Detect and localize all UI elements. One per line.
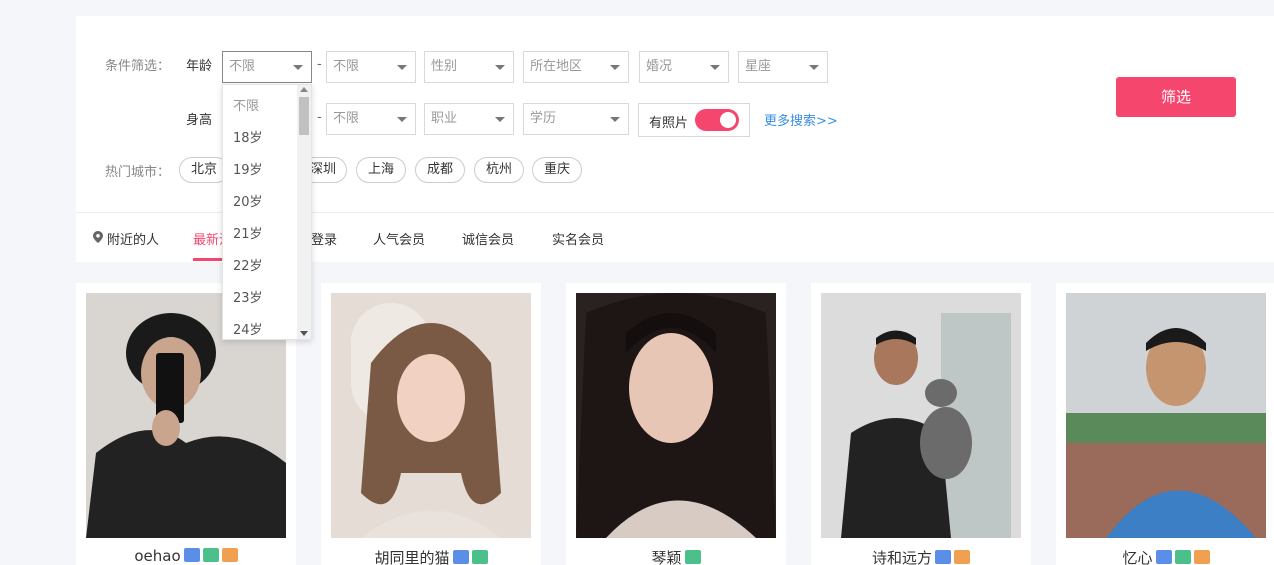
region-value: 所在地区 [530, 59, 583, 74]
id-card-icon [183, 547, 200, 562]
chevron-down-icon [397, 65, 407, 70]
member-photo[interactable] [576, 293, 776, 538]
member-name-row: oehao [76, 547, 296, 565]
gender-value: 性别 [431, 59, 458, 74]
member-photo[interactable] [1066, 293, 1266, 538]
dropdown-option[interactable]: 23岁 [233, 287, 263, 306]
age-min-value: 不限 [229, 59, 256, 74]
member-card[interactable]: 诗和远方 [811, 283, 1031, 565]
chevron-down-icon [397, 117, 407, 122]
tab-nearby[interactable]: 附近的人 [107, 229, 159, 248]
chevron-down-icon [293, 65, 303, 70]
height-max-value: 不限 [333, 111, 360, 126]
chevron-down-icon [495, 65, 505, 70]
mail-icon [221, 547, 238, 562]
dropdown-option[interactable]: 20岁 [233, 191, 263, 210]
member-name: oehao [134, 547, 181, 565]
marital-value: 婚况 [646, 59, 673, 74]
member-name-row: 忆心 [1056, 547, 1274, 565]
dropdown-scrollbar[interactable] [297, 85, 311, 339]
marital-select[interactable]: 婚况 [639, 51, 729, 83]
tab-login[interactable]: 登录 [311, 229, 337, 248]
chevron-down-icon [610, 65, 620, 70]
more-search-link[interactable]: 更多搜索>> [764, 110, 838, 129]
member-name-row: 诗和远方 [811, 547, 1031, 565]
zodiac-value: 星座 [745, 59, 772, 74]
member-name: 忆心 [1122, 549, 1153, 565]
member-name-row: 琴颖 [566, 547, 786, 565]
age-max-select[interactable]: 不限 [326, 51, 416, 83]
mail-icon [1193, 549, 1210, 564]
city-chip-chengdu[interactable]: 成都 [415, 157, 465, 183]
filter-submit-button[interactable]: 筛选 [1116, 77, 1236, 117]
filter-label: 条件筛选： [105, 59, 171, 74]
chevron-down-icon [710, 65, 720, 70]
id-card-icon [452, 549, 469, 564]
id-card-icon [1155, 549, 1172, 564]
mail-icon [954, 549, 970, 564]
member-photo[interactable] [821, 293, 1021, 538]
zodiac-select[interactable]: 星座 [738, 51, 828, 83]
dropdown-option[interactable]: 21岁 [233, 223, 263, 242]
scroll-up-arrow-icon[interactable] [300, 87, 308, 92]
dropdown-option[interactable]: 24岁 [233, 319, 263, 338]
id-card-icon [935, 549, 951, 564]
region-select[interactable]: 所在地区 [523, 51, 629, 83]
has-photo-label: 有照片 [649, 116, 689, 131]
age-min-dropdown: 不限 18岁 19岁 20岁 21岁 22岁 23岁 24岁 [222, 84, 312, 340]
height-max-select[interactable]: 不限 [326, 103, 416, 135]
age-range-dash: - [317, 57, 322, 72]
phone-icon [684, 549, 701, 564]
age-label: 年龄 [186, 59, 213, 74]
member-name: 琴颖 [651, 549, 682, 565]
member-name: 诗和远方 [871, 549, 932, 565]
education-select[interactable]: 学历 [523, 103, 629, 135]
tab-latest[interactable]: 最新注册 [193, 229, 223, 248]
hot-cities-label: 热门城市： [105, 165, 171, 180]
chevron-down-icon [610, 117, 620, 122]
phone-icon [471, 549, 488, 564]
toggle-knob [720, 112, 736, 128]
tab-verified[interactable]: 实名会员 [552, 229, 604, 248]
education-value: 学历 [530, 111, 557, 126]
chevron-down-icon [495, 117, 505, 122]
has-photo-filter: 有照片 [638, 103, 750, 137]
member-photo[interactable] [331, 293, 531, 538]
city-chip-shanghai[interactable]: 上海 [356, 157, 406, 183]
city-chip-hangzhou[interactable]: 杭州 [474, 157, 524, 183]
occupation-value: 职业 [431, 111, 458, 126]
age-max-value: 不限 [333, 59, 360, 74]
gender-select[interactable]: 性别 [424, 51, 514, 83]
dropdown-option[interactable]: 19岁 [233, 159, 263, 178]
scroll-thumb[interactable] [299, 97, 309, 135]
dropdown-option[interactable]: 不限 [233, 95, 259, 114]
member-card[interactable]: 琴颖 [566, 283, 786, 565]
dropdown-option[interactable]: 18岁 [233, 127, 263, 146]
tab-trusted[interactable]: 诚信会员 [462, 229, 514, 248]
has-photo-toggle[interactable] [695, 109, 739, 131]
location-pin-icon [93, 231, 103, 243]
city-chip-chongqing[interactable]: 重庆 [532, 157, 582, 183]
member-card[interactable]: 忆心 [1056, 283, 1274, 565]
height-label: 身高 [186, 113, 213, 128]
age-min-select[interactable]: 不限 [222, 51, 312, 83]
occupation-select[interactable]: 职业 [424, 103, 514, 135]
chevron-down-icon [809, 65, 819, 70]
phone-icon [202, 547, 219, 562]
active-tab-indicator [193, 258, 223, 261]
member-name-row: 胡同里的猫 [321, 547, 541, 565]
phone-icon [1174, 549, 1191, 564]
scroll-down-arrow-icon[interactable] [300, 331, 308, 336]
height-range-dash: - [317, 110, 322, 125]
member-name: 胡同里的猫 [374, 549, 450, 565]
tab-popular[interactable]: 人气会员 [373, 229, 425, 248]
member-card[interactable]: 胡同里的猫 [321, 283, 541, 565]
dropdown-option[interactable]: 22岁 [233, 255, 263, 274]
